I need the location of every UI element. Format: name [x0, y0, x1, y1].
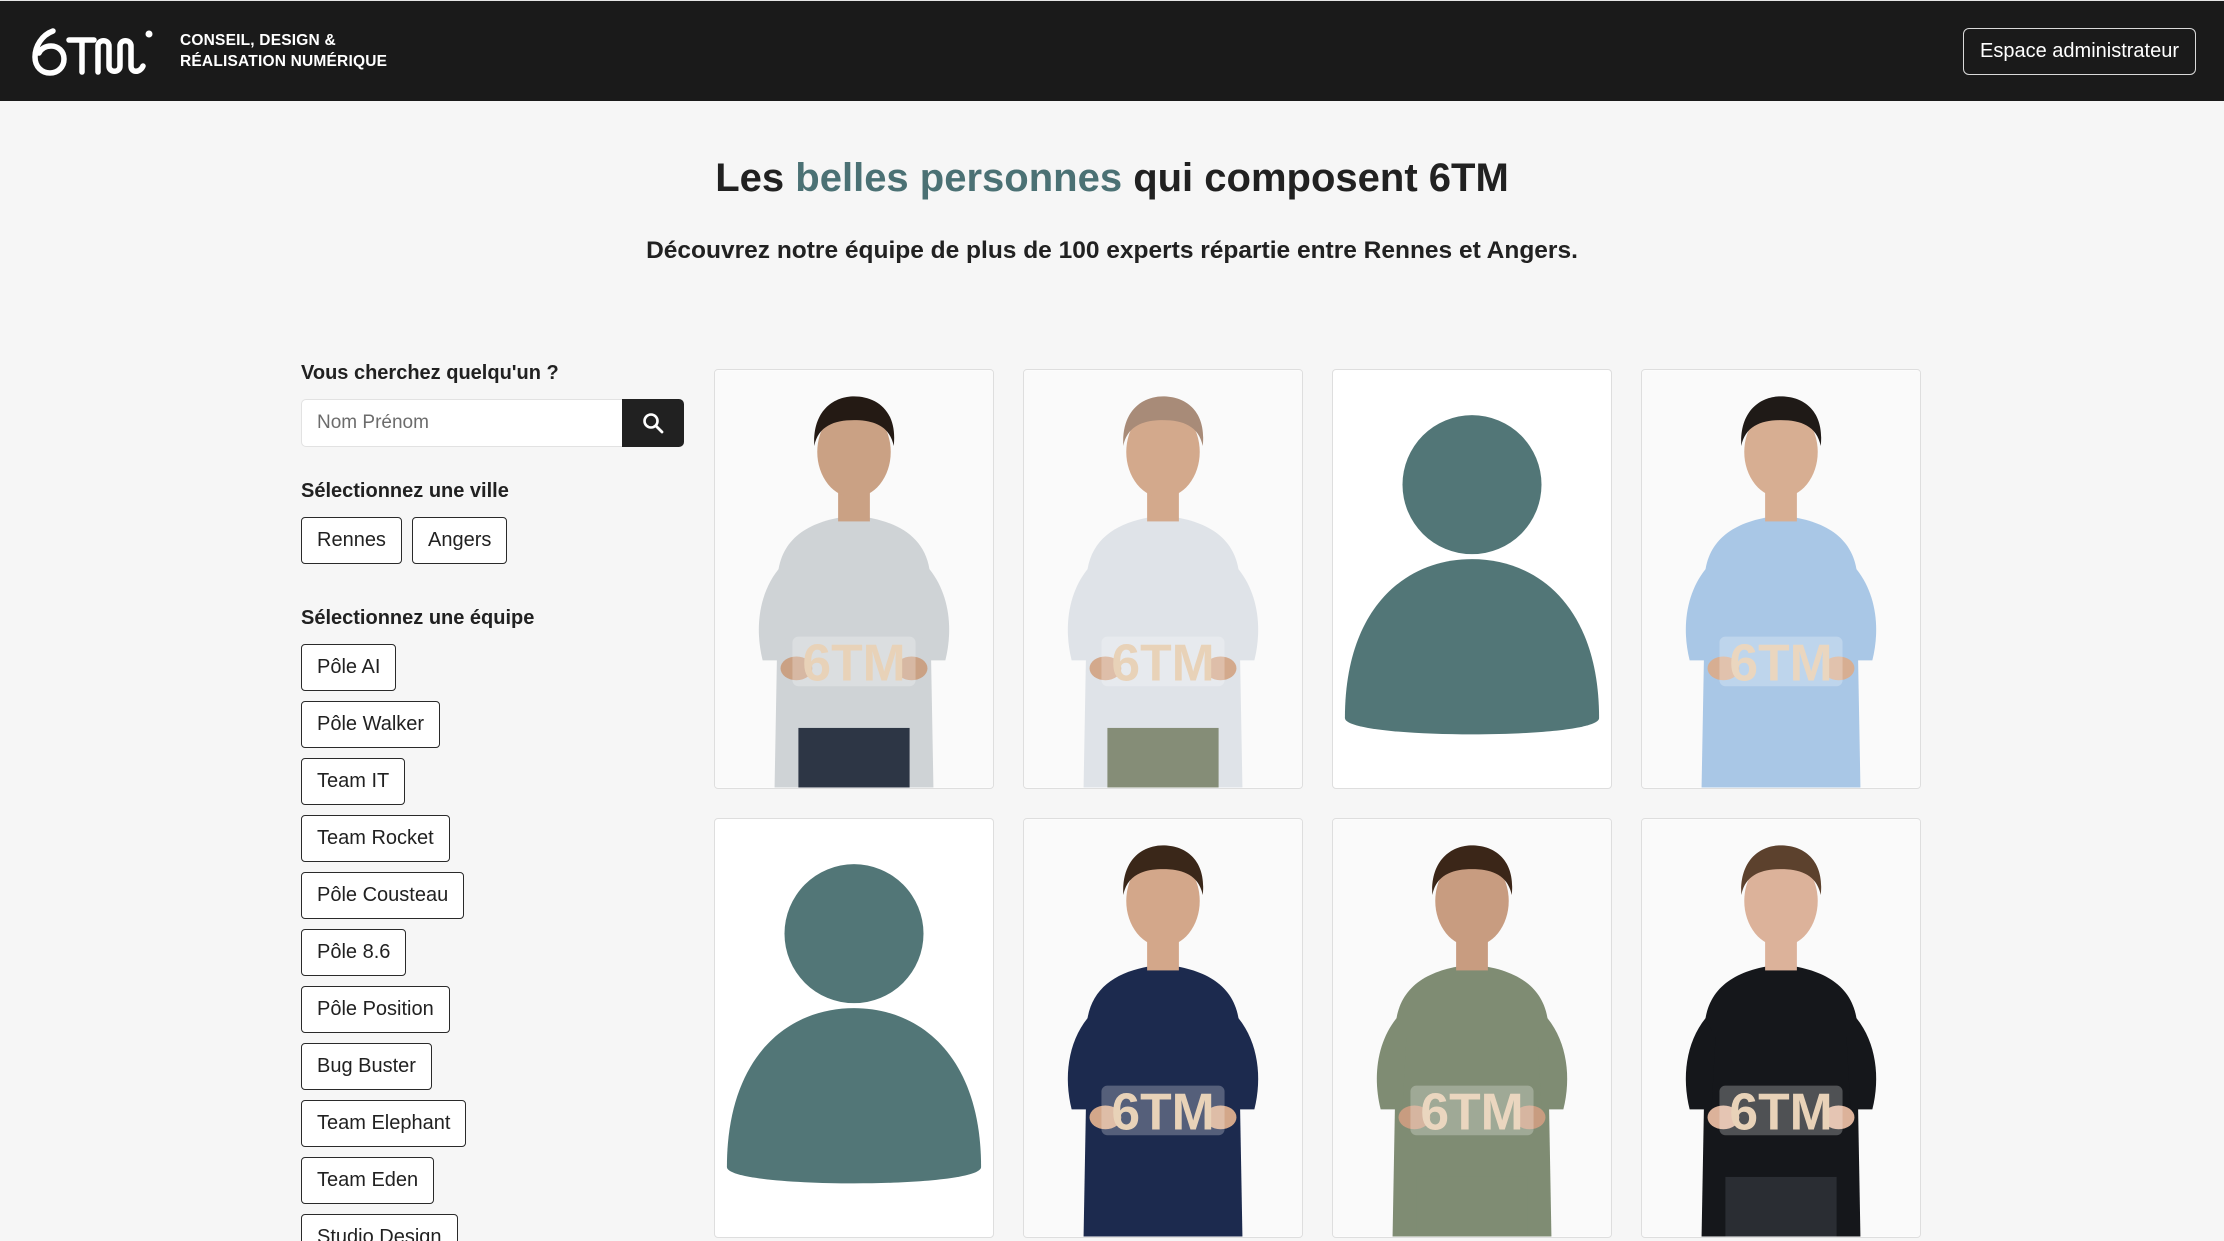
brand[interactable]: CONSEIL, DESIGN & RÉALISATION NUMÉRIQUE: [32, 26, 387, 76]
search-button[interactable]: [622, 399, 684, 447]
member-card-photo[interactable]: 6TM: [1641, 369, 1921, 789]
brand-tagline: CONSEIL, DESIGN & RÉALISATION NUMÉRIQUE: [180, 30, 387, 72]
member-card-placeholder[interactable]: [1332, 369, 1612, 789]
title-prefix: Les: [715, 156, 796, 200]
member-photo: 6TM: [1024, 370, 1302, 788]
city-label: Sélectionnez une ville: [301, 480, 509, 502]
search-input[interactable]: [301, 399, 622, 447]
page-subtitle: Découvrez notre équipe de plus de 100 ex…: [646, 237, 1578, 264]
member-photo: 6TM: [1024, 819, 1302, 1237]
team-chip-studio-design[interactable]: Studio Design: [301, 1214, 458, 1241]
svg-text:6TM: 6TM: [1729, 633, 1832, 691]
title-accent: belles personnes: [795, 156, 1123, 200]
city-chip-rennes[interactable]: Rennes: [301, 517, 402, 564]
member-card-placeholder[interactable]: [714, 818, 994, 1238]
search-label: Vous cherchez quelqu'un ?: [301, 362, 559, 384]
team-chip-team-rocket[interactable]: Team Rocket: [301, 815, 450, 862]
search-icon: [643, 413, 664, 434]
admin-space-button[interactable]: Espace administrateur: [1963, 28, 2196, 75]
logo-6tm: [32, 28, 153, 76]
team-chip-pole-8-6[interactable]: Pôle 8.6: [301, 929, 407, 976]
team-chip-team-it[interactable]: Team IT: [301, 758, 406, 805]
search-form: [301, 399, 684, 447]
member-card-photo[interactable]: 6TM: [1332, 818, 1612, 1238]
member-photo: 6TM: [1333, 819, 1611, 1237]
team-chip-pole-walker[interactable]: Pôle Walker: [301, 701, 441, 748]
page-title: Les belles personnes qui composent 6TM: [0, 156, 2224, 201]
team-chip-pole-position[interactable]: Pôle Position: [301, 986, 450, 1033]
placeholder-avatar-icon: [1344, 415, 1600, 735]
team-chip-team-elephant[interactable]: Team Elephant: [301, 1100, 467, 1147]
member-photo: 6TM: [715, 370, 993, 788]
tagline-line2: RÉALISATION NUMÉRIQUE: [180, 53, 388, 70]
svg-text:6TM: 6TM: [1420, 1082, 1523, 1140]
member-card-photo[interactable]: 6TM: [714, 369, 994, 789]
team-chip-pole-ai[interactable]: Pôle AI: [301, 644, 397, 691]
team-chip-pole-cousteau[interactable]: Pôle Cousteau: [301, 872, 465, 919]
team-chip-bug-buster[interactable]: Bug Buster: [301, 1043, 432, 1090]
svg-text:6TM: 6TM: [802, 633, 905, 691]
tagline-line1: CONSEIL, DESIGN &: [180, 32, 336, 49]
svg-text:6TM: 6TM: [1111, 633, 1214, 691]
title-suffix: qui composent 6TM: [1122, 156, 1509, 200]
city-chip-angers[interactable]: Angers: [412, 517, 508, 564]
member-photo: 6TM: [1642, 819, 1920, 1237]
team-label: Sélectionnez une équipe: [301, 607, 535, 629]
team-chip-team-eden[interactable]: Team Eden: [301, 1157, 435, 1204]
placeholder-avatar-icon: [726, 864, 982, 1184]
member-card-photo[interactable]: 6TM: [1023, 369, 1303, 789]
member-card-photo[interactable]: 6TM: [1641, 818, 1921, 1238]
svg-text:6TM: 6TM: [1729, 1082, 1832, 1140]
member-card-photo[interactable]: 6TM: [1023, 818, 1303, 1238]
svg-text:6TM: 6TM: [1111, 1082, 1214, 1140]
member-photo: 6TM: [1642, 370, 1920, 788]
top-navbar: CONSEIL, DESIGN & RÉALISATION NUMÉRIQUE …: [0, 0, 2224, 101]
